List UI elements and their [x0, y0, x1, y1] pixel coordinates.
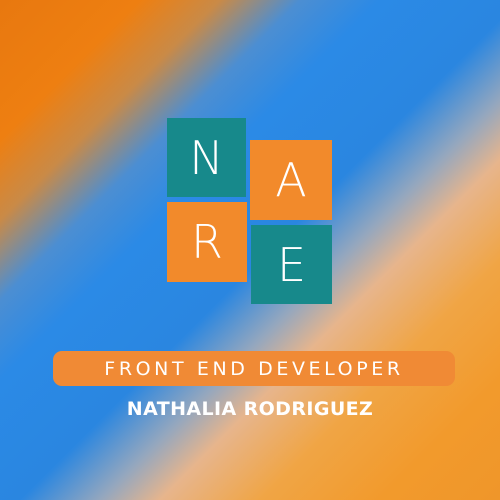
- logo-letter-n: N: [189, 130, 224, 185]
- person-name: NATHALIA RODRIGUEZ: [126, 398, 374, 420]
- logo-tile-e: E: [251, 225, 332, 304]
- logo-letter-a: A: [275, 153, 307, 207]
- gradient-background: [0, 0, 500, 500]
- logo-letter-r: R: [191, 215, 223, 269]
- logo-tile-r: R: [167, 202, 247, 282]
- logo-letter-e: E: [276, 237, 307, 292]
- logo-tile-n: N: [167, 118, 246, 197]
- job-title: FRONT END DEVELOPER: [104, 357, 404, 380]
- subtitle-badge: FRONT END DEVELOPER: [53, 351, 455, 386]
- logo-tile-a: A: [250, 140, 332, 220]
